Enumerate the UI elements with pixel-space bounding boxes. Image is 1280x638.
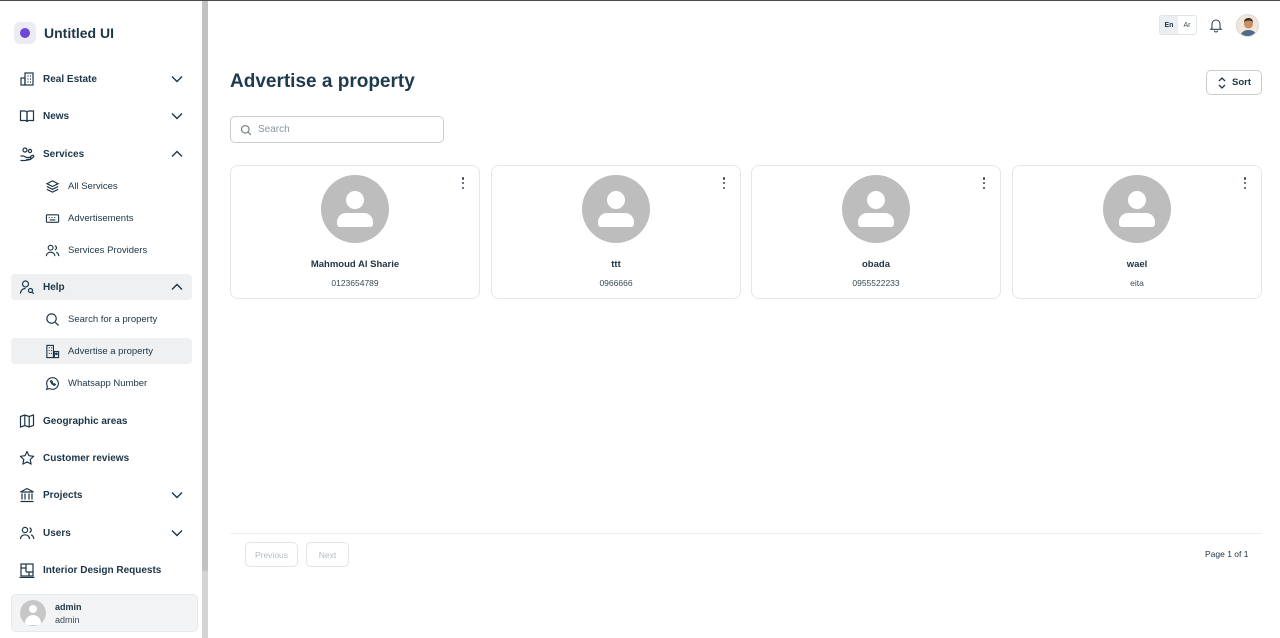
sidebar-subitem-all-services[interactable]: All Services — [11, 173, 192, 199]
sidebar-item-customer-reviews[interactable]: Customer reviews — [11, 445, 192, 471]
map-icon — [19, 413, 35, 429]
sidebar-item-label: Customer reviews — [43, 452, 130, 464]
user-search-icon — [19, 279, 35, 295]
chevron-up-icon[interactable] — [170, 147, 184, 161]
card-name: obada — [862, 259, 890, 270]
card-phone: 0955522233 — [852, 278, 900, 288]
book-open-icon — [19, 108, 35, 124]
layout-icon — [19, 562, 35, 578]
hand-services-icon — [19, 146, 35, 162]
card-name: Mahmoud Al Sharie — [310, 259, 400, 270]
provider-card[interactable]: obada 0955522233 — [751, 165, 1001, 299]
sidebar-item-label: Projects — [43, 489, 83, 501]
page-info: Page 1 of 1 — [1205, 549, 1249, 559]
profile-avatar[interactable] — [1236, 14, 1259, 37]
chevron-down-icon[interactable] — [170, 526, 184, 540]
sidebar-subitem-label: All Services — [68, 180, 118, 192]
logo-icon — [14, 22, 36, 44]
sidebar-item-real-estate[interactable]: Real Estate — [11, 66, 192, 92]
provider-card[interactable]: ttt 0966666 — [491, 165, 741, 299]
user-placeholder-icon — [321, 175, 389, 243]
card-name: wael — [1126, 259, 1148, 270]
search-icon — [44, 311, 60, 327]
sidebar-subitem-label: Advertise a property — [68, 345, 154, 357]
sidebar-item-help[interactable]: Help — [11, 274, 192, 300]
search-field[interactable] — [230, 116, 444, 143]
lang-ar-button[interactable]: Ar — [1178, 16, 1196, 34]
sidebar-item-label: Real Estate — [43, 73, 97, 85]
sidebar-subitem-label: Advertisements — [68, 212, 134, 224]
user-placeholder-icon — [582, 175, 650, 243]
sidebar-subitem-advertisements[interactable]: Advertisements — [11, 205, 192, 231]
sidebar-subitem-label: Whatsapp Number — [68, 377, 148, 389]
user-placeholder-icon — [842, 175, 910, 243]
card-phone: eita — [1130, 278, 1144, 288]
sidebar-scrollbar[interactable] — [202, 1, 208, 638]
chevron-down-icon[interactable] — [170, 109, 184, 123]
sidebar-item-label: Help — [43, 281, 65, 293]
chevron-up-icon[interactable] — [170, 280, 184, 294]
sidebar-item-interior-design-requests[interactable]: Interior Design Requests — [11, 557, 192, 583]
search-icon — [240, 124, 252, 135]
more-vertical-icon[interactable] — [457, 176, 469, 190]
provider-card[interactable]: Mahmoud Al Sharie 0123654789 — [230, 165, 480, 299]
user-name: admin — [55, 601, 82, 612]
star-icon — [19, 450, 35, 466]
user-avatar-icon — [20, 600, 46, 626]
card-phone: 0123654789 — [331, 278, 379, 288]
language-switcher[interactable]: En Ar — [1159, 15, 1197, 35]
scrollbar-thumb[interactable] — [202, 1, 208, 571]
chevron-down-icon[interactable] — [170, 488, 184, 502]
more-vertical-icon[interactable] — [718, 176, 730, 190]
sidebar: Untitled UI Real Estate News Services Al… — [0, 1, 202, 638]
sidebar-item-news[interactable]: News — [11, 103, 192, 129]
search-input[interactable] — [258, 124, 428, 135]
bank-icon — [19, 487, 35, 503]
keyboard-icon — [44, 210, 60, 226]
building-ad-icon — [44, 343, 60, 359]
user-role: admin — [55, 614, 80, 625]
pagination-divider — [230, 533, 1262, 534]
bell-icon[interactable] — [1208, 17, 1224, 33]
sort-button[interactable]: Sort — [1206, 70, 1262, 95]
layers-icon — [44, 178, 60, 194]
sidebar-item-geographic-areas[interactable]: Geographic areas — [11, 408, 192, 434]
app-logo[interactable]: Untitled UI — [14, 22, 114, 44]
next-button[interactable]: Next — [306, 542, 349, 567]
provider-card[interactable]: wael eita — [1012, 165, 1262, 299]
sidebar-subitem-advertise-a-property[interactable]: Advertise a property — [11, 338, 192, 364]
sidebar-item-users[interactable]: Users — [11, 520, 192, 546]
card-phone: 0966666 — [599, 278, 633, 288]
chevron-down-icon[interactable] — [170, 72, 184, 86]
app-name: Untitled UI — [44, 25, 114, 41]
sort-label: Sort — [1232, 77, 1251, 88]
sidebar-item-projects[interactable]: Projects — [11, 482, 192, 508]
sidebar-subitem-search-for-a-property[interactable]: Search for a property — [11, 306, 192, 332]
previous-button[interactable]: Previous — [245, 542, 298, 567]
page-title: Advertise a property — [230, 71, 415, 92]
current-user-card[interactable]: admin admin — [11, 594, 198, 632]
sidebar-subitem-services-providers[interactable]: Services Providers — [11, 237, 192, 263]
sidebar-item-label: Users — [43, 527, 71, 539]
whatsapp-icon — [44, 375, 60, 391]
sort-icon — [1218, 76, 1226, 89]
more-vertical-icon[interactable] — [978, 176, 990, 190]
sidebar-item-label: Geographic areas — [43, 415, 128, 427]
sidebar-subitem-label: Services Providers — [68, 244, 148, 256]
sidebar-item-services[interactable]: Services — [11, 141, 192, 167]
building-icon — [19, 71, 35, 87]
sidebar-item-label: News — [43, 110, 70, 122]
lang-en-button[interactable]: En — [1160, 16, 1178, 34]
sidebar-item-label: Interior Design Requests — [43, 564, 162, 576]
user-placeholder-icon — [1103, 175, 1171, 243]
sidebar-subitem-label: Search for a property — [68, 313, 158, 325]
sidebar-item-label: Services — [43, 148, 85, 160]
card-name: ttt — [611, 259, 621, 270]
more-vertical-icon[interactable] — [1239, 176, 1251, 190]
users-icon — [19, 525, 35, 541]
users-icon — [44, 242, 60, 258]
sidebar-subitem-whatsapp-number[interactable]: Whatsapp Number — [11, 370, 192, 396]
